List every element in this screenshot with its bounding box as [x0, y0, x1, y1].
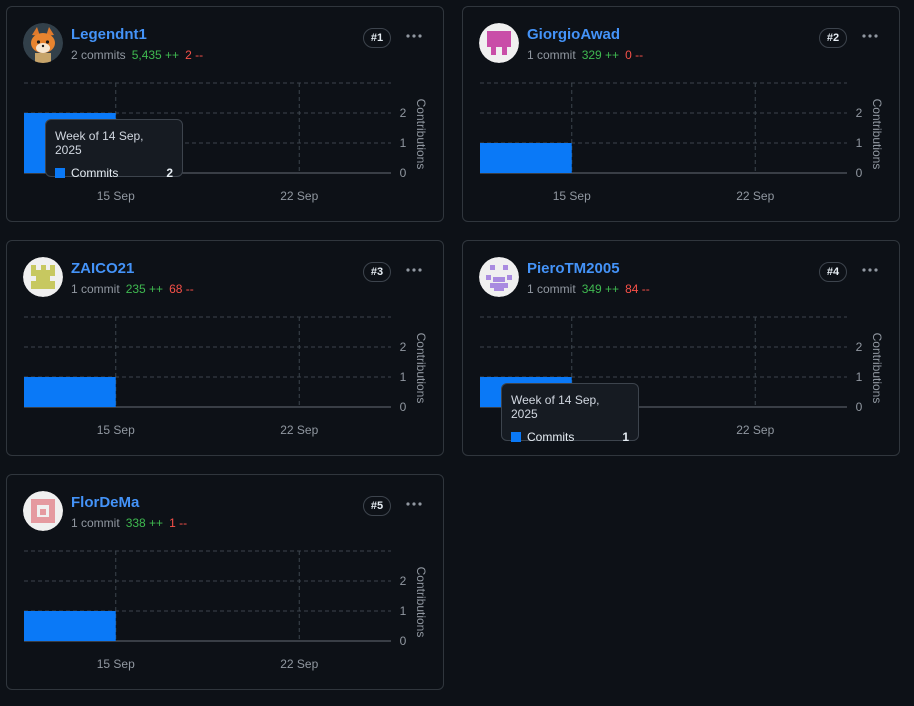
tooltip-row: Commits 2	[55, 166, 173, 180]
x-tick-label: 22 Sep	[736, 423, 774, 437]
legend-swatch	[55, 168, 65, 178]
x-tick-label: 22 Sep	[280, 423, 318, 437]
y-axis-label: Contributions	[414, 567, 428, 638]
y-tick-label: 1	[400, 604, 407, 618]
contributor-card: FlorDeMa 1 commit 338 ++ 1 -- #5 15 Sep 22 …	[6, 474, 444, 690]
bar[interactable]	[24, 377, 116, 407]
contributor-card: ZAICO21 1 commit 235 ++ 68 -- #3 15 Sep 22 …	[6, 240, 444, 456]
contributor-card: Legendnt1 2 commits 5,435 ++ 2 -- #1 15 Se…	[6, 6, 444, 222]
contributions-chart: 15 Sep 22 Sep 0 1 2 Contributions	[24, 550, 428, 671]
y-tick-label: 1	[400, 370, 407, 384]
y-axis-label: Contributions	[414, 99, 428, 170]
x-tick-label: 22 Sep	[736, 189, 774, 203]
x-tick-label: 15 Sep	[553, 189, 591, 203]
contributor-card: PieroTM2005 1 commit349 ++84 -- #4 15 Se…	[462, 240, 900, 456]
y-tick-label: 0	[400, 166, 407, 180]
y-tick-label: 1	[856, 370, 863, 384]
y-tick-label: 1	[400, 136, 407, 150]
x-tick-label: 22 Sep	[280, 657, 318, 671]
y-tick-label: 2	[856, 340, 863, 354]
y-tick-label: 0	[400, 634, 407, 648]
y-tick-label: 2	[856, 106, 863, 120]
tooltip-label: Commits	[527, 430, 575, 444]
x-tick-label: 15 Sep	[97, 657, 135, 671]
y-tick-label: 0	[856, 166, 863, 180]
x-tick-label: 15 Sep	[97, 189, 135, 203]
x-tick-label: 15 Sep	[97, 423, 135, 437]
tooltip-title: Week of 14 Sep, 2025	[511, 393, 600, 421]
y-tick-label: 0	[856, 400, 863, 414]
x-tick-label: 22 Sep	[280, 189, 318, 203]
tooltip-label: Commits	[71, 166, 119, 180]
y-tick-label: 2	[400, 106, 407, 120]
y-tick-label: 1	[856, 136, 863, 150]
tooltip-value: 2	[166, 166, 173, 180]
y-tick-label: 0	[400, 400, 407, 414]
tooltip-value: 1	[622, 430, 629, 444]
legend-swatch	[511, 432, 521, 442]
chart-tooltip: Week of 14 Sep, 2025 Commits 2	[45, 119, 183, 180]
y-tick-label: 2	[400, 574, 407, 588]
chart-tooltip: Week of 14 Sep, 2025 Commits 1	[501, 383, 639, 444]
tooltip-row: Commits 1	[511, 430, 629, 444]
y-axis-label: Contributions	[870, 333, 884, 404]
tooltip-title: Week of 14 Sep, 2025	[55, 129, 144, 157]
y-tick-label: 2	[400, 340, 407, 354]
contributions-chart: 15 Sep 22 Sep 0 1 2 Contributions	[480, 82, 884, 203]
contributions-chart: 15 Sep 22 Sep 0 1 2 Contributions	[24, 82, 428, 203]
contributions-chart: 15 Sep 22 Sep 0 1 2 Contributions	[24, 316, 428, 437]
y-axis-label: Contributions	[870, 99, 884, 170]
bar[interactable]	[480, 143, 572, 173]
contributor-card: GiorgioAwad 1 commit 329 ++ 0 -- #2 15 Sep…	[462, 6, 900, 222]
y-axis-label: Contributions	[414, 333, 428, 404]
bar[interactable]	[24, 611, 116, 641]
